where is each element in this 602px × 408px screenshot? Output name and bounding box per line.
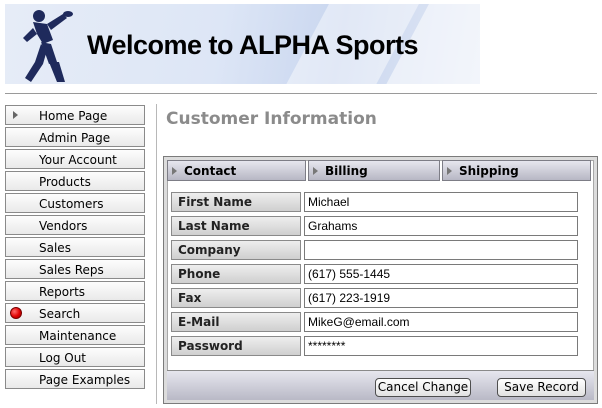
field-label: Password (171, 336, 301, 356)
field-label: First Name (171, 192, 301, 212)
sidebar-item-label: Sales Reps (39, 263, 104, 277)
tab-label: Billing (325, 164, 368, 178)
sidebar-item-label: Admin Page (39, 131, 111, 145)
sidebar-item-label: Customers (39, 197, 104, 211)
red-dot-icon (10, 307, 22, 319)
triangle-right-icon (13, 111, 18, 119)
sidebar-item-label: Log Out (39, 351, 87, 365)
email-field[interactable]: MikeG@email.com (304, 312, 578, 332)
phone-field[interactable]: (617) 555-1445 (304, 264, 578, 284)
tab-label: Shipping (459, 164, 519, 178)
sidebar-item-page-examples[interactable]: Page Examples (5, 369, 145, 389)
field-row-password: Password ******** (171, 334, 581, 358)
field-row-first-name: First Name Michael (171, 190, 581, 214)
field-label: Fax (171, 288, 301, 308)
sidebar-item-your-account[interactable]: Your Account (5, 149, 145, 169)
sidebar-item-label: Maintenance (39, 329, 117, 343)
triangle-right-icon (313, 167, 318, 175)
field-row-company: Company (171, 238, 581, 262)
tab-shipping[interactable]: Shipping (442, 160, 591, 181)
company-field[interactable] (304, 240, 578, 260)
tab-label: Contact (184, 164, 237, 178)
sidebar-item-label: Your Account (39, 153, 117, 167)
tab-billing[interactable]: Billing (308, 160, 440, 181)
customer-fields: First Name Michael Last Name Grahams Com… (171, 190, 581, 358)
sidebar-item-admin-page[interactable]: Admin Page (5, 127, 145, 147)
field-label: Phone (171, 264, 301, 284)
tab-bar: Contact Billing Shipping (167, 160, 591, 182)
last-name-field[interactable]: Grahams (304, 216, 578, 236)
sidebar-item-search[interactable]: Search (5, 303, 145, 323)
save-record-button[interactable]: Save Record (497, 378, 586, 397)
sidebar-item-label: Vendors (39, 219, 88, 233)
field-row-last-name: Last Name Grahams (171, 214, 581, 238)
form-footer: Cancel Change Save Record (167, 370, 594, 400)
sidebar-item-products[interactable]: Products (5, 171, 145, 191)
field-row-phone: Phone (617) 555-1445 (171, 262, 581, 286)
fax-field[interactable]: (617) 223-1919 (304, 288, 578, 308)
header-banner: Welcome to ALPHA Sports (5, 4, 480, 84)
sidebar-item-maintenance[interactable]: Maintenance (5, 325, 145, 345)
sidebar-item-sales[interactable]: Sales (5, 237, 145, 257)
cancel-change-button[interactable]: Cancel Change (375, 378, 471, 397)
tab-contact[interactable]: Contact (167, 160, 306, 181)
sidebar-item-customers[interactable]: Customers (5, 193, 145, 213)
sidebar-item-sales-reps[interactable]: Sales Reps (5, 259, 145, 279)
field-label: E-Mail (171, 312, 301, 332)
sidebar-item-home-page[interactable]: Home Page (5, 105, 145, 125)
sidebar-item-label: Reports (39, 285, 86, 299)
sidebar-item-label: Page Examples (39, 373, 131, 387)
banner-title: Welcome to ALPHA Sports (87, 30, 419, 60)
discus-thrower-icon (23, 10, 73, 82)
customer-form-panel: Contact Billing Shipping First Name Mich… (163, 156, 598, 404)
sidebar-item-reports[interactable]: Reports (5, 281, 145, 301)
sidebar-item-label: Products (39, 175, 91, 189)
field-row-email: E-Mail MikeG@email.com (171, 310, 581, 334)
header-divider (5, 93, 597, 94)
page-title: Customer Information (166, 109, 377, 129)
triangle-right-icon (172, 167, 177, 175)
field-row-fax: Fax (617) 223-1919 (171, 286, 581, 310)
sidebar-item-label: Sales (39, 241, 71, 255)
sidebar-item-vendors[interactable]: Vendors (5, 215, 145, 235)
triangle-right-icon (447, 167, 452, 175)
first-name-field[interactable]: Michael (304, 192, 578, 212)
sidebar-divider (156, 104, 157, 404)
field-label: Last Name (171, 216, 301, 236)
field-label: Company (171, 240, 301, 260)
password-field[interactable]: ******** (304, 336, 578, 356)
sidebar-nav: Home Page Admin Page Your Account Produc… (5, 105, 145, 391)
sidebar-item-log-out[interactable]: Log Out (5, 347, 145, 367)
sidebar-item-label: Search (39, 307, 81, 321)
sidebar-item-label: Home Page (39, 109, 108, 123)
